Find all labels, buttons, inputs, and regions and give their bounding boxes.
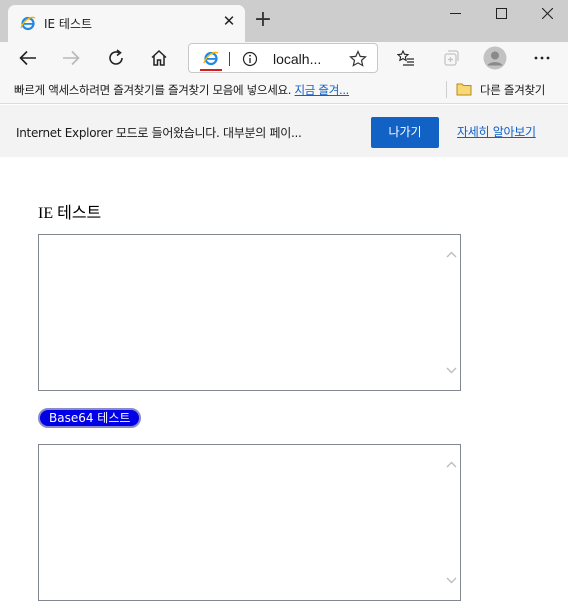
forward-arrow-icon: [63, 50, 80, 66]
ie-mode-indicator: [200, 69, 222, 71]
new-tab-button[interactable]: +: [253, 9, 273, 32]
exit-ie-mode-button[interactable]: 나가기: [371, 117, 439, 148]
favorites-bar-prompt-text: 빠르게 액세스하려면 즐겨찾기를 즐겨찾기 모음에 넣으세요.: [14, 83, 292, 97]
url-text[interactable]: localh...: [273, 51, 321, 67]
address-bar[interactable]: localh...: [188, 43, 378, 73]
other-favorites-folder[interactable]: 다른 즐겨찾기: [480, 82, 545, 98]
favorites-bar: 빠르게 액세스하려면 즐겨찾기를 즐겨찾기 모음에 넣으세요. 지금 즐겨...…: [0, 74, 568, 104]
favorites-divider: [446, 81, 447, 98]
close-window-button[interactable]: [524, 0, 568, 26]
more-dots-icon: [534, 56, 550, 60]
favorites-button[interactable]: [393, 45, 419, 71]
scroll-down-arrow-icon[interactable]: [445, 364, 458, 377]
back-arrow-icon: [19, 50, 36, 66]
add-favorite-star-icon[interactable]: [349, 50, 367, 68]
forward-button[interactable]: [58, 45, 84, 71]
back-button[interactable]: [15, 45, 41, 71]
ie-mode-message: Internet Explorer 모드로 들어왔습니다. 대부분의 페이...: [16, 126, 302, 140]
address-divider: [229, 52, 230, 66]
input-textarea-scrollbar[interactable]: [443, 235, 460, 390]
profile-button[interactable]: [482, 45, 508, 71]
scroll-up-arrow-icon[interactable]: [445, 458, 458, 471]
refresh-icon: [109, 49, 123, 65]
toolbar: localh...: [0, 42, 568, 74]
minimize-icon: [449, 12, 461, 14]
maximize-icon: [495, 7, 507, 19]
scroll-up-arrow-icon[interactable]: [445, 248, 458, 261]
home-button[interactable]: [146, 45, 172, 71]
ie-icon: [20, 16, 36, 31]
close-icon: [541, 7, 553, 19]
browser-tab[interactable]: IE 테스트 ✕: [8, 5, 245, 42]
favorites-bar-prompt: 빠르게 액세스하려면 즐겨찾기를 즐겨찾기 모음에 넣으세요. 지금 즐겨...: [14, 82, 349, 98]
home-icon: [151, 49, 167, 66]
output-textarea[interactable]: [38, 444, 461, 601]
output-textarea-scrollbar[interactable]: [443, 445, 460, 600]
ie-mode-icon[interactable]: [203, 50, 219, 66]
refresh-button[interactable]: [103, 45, 129, 71]
scroll-down-arrow-icon[interactable]: [445, 574, 458, 587]
settings-more-button[interactable]: [529, 45, 555, 71]
learn-more-link[interactable]: 자세히 알아보기: [457, 123, 536, 140]
ie-mode-infobar: Internet Explorer 모드로 들어왔습니다. 대부분의 페이...…: [0, 105, 568, 157]
minimize-button[interactable]: [432, 0, 478, 26]
info-icon[interactable]: [242, 51, 258, 67]
folder-icon[interactable]: [456, 82, 472, 96]
collections-button[interactable]: [438, 45, 464, 71]
title-bar: IE 테스트 ✕ +: [0, 0, 568, 42]
avatar-icon: [483, 46, 507, 70]
page-heading: IE 테스트: [38, 205, 102, 222]
tab-title: IE 테스트: [44, 17, 93, 31]
favorites-list-icon: [397, 49, 414, 66]
maximize-button[interactable]: [478, 0, 524, 26]
base64-test-button[interactable]: Base64 테스트: [38, 408, 142, 428]
tab-close-button[interactable]: ✕: [221, 14, 237, 30]
input-textarea[interactable]: [38, 234, 461, 391]
manage-favorites-link[interactable]: 지금 즐겨...: [295, 83, 350, 97]
collections-icon: [444, 50, 459, 66]
